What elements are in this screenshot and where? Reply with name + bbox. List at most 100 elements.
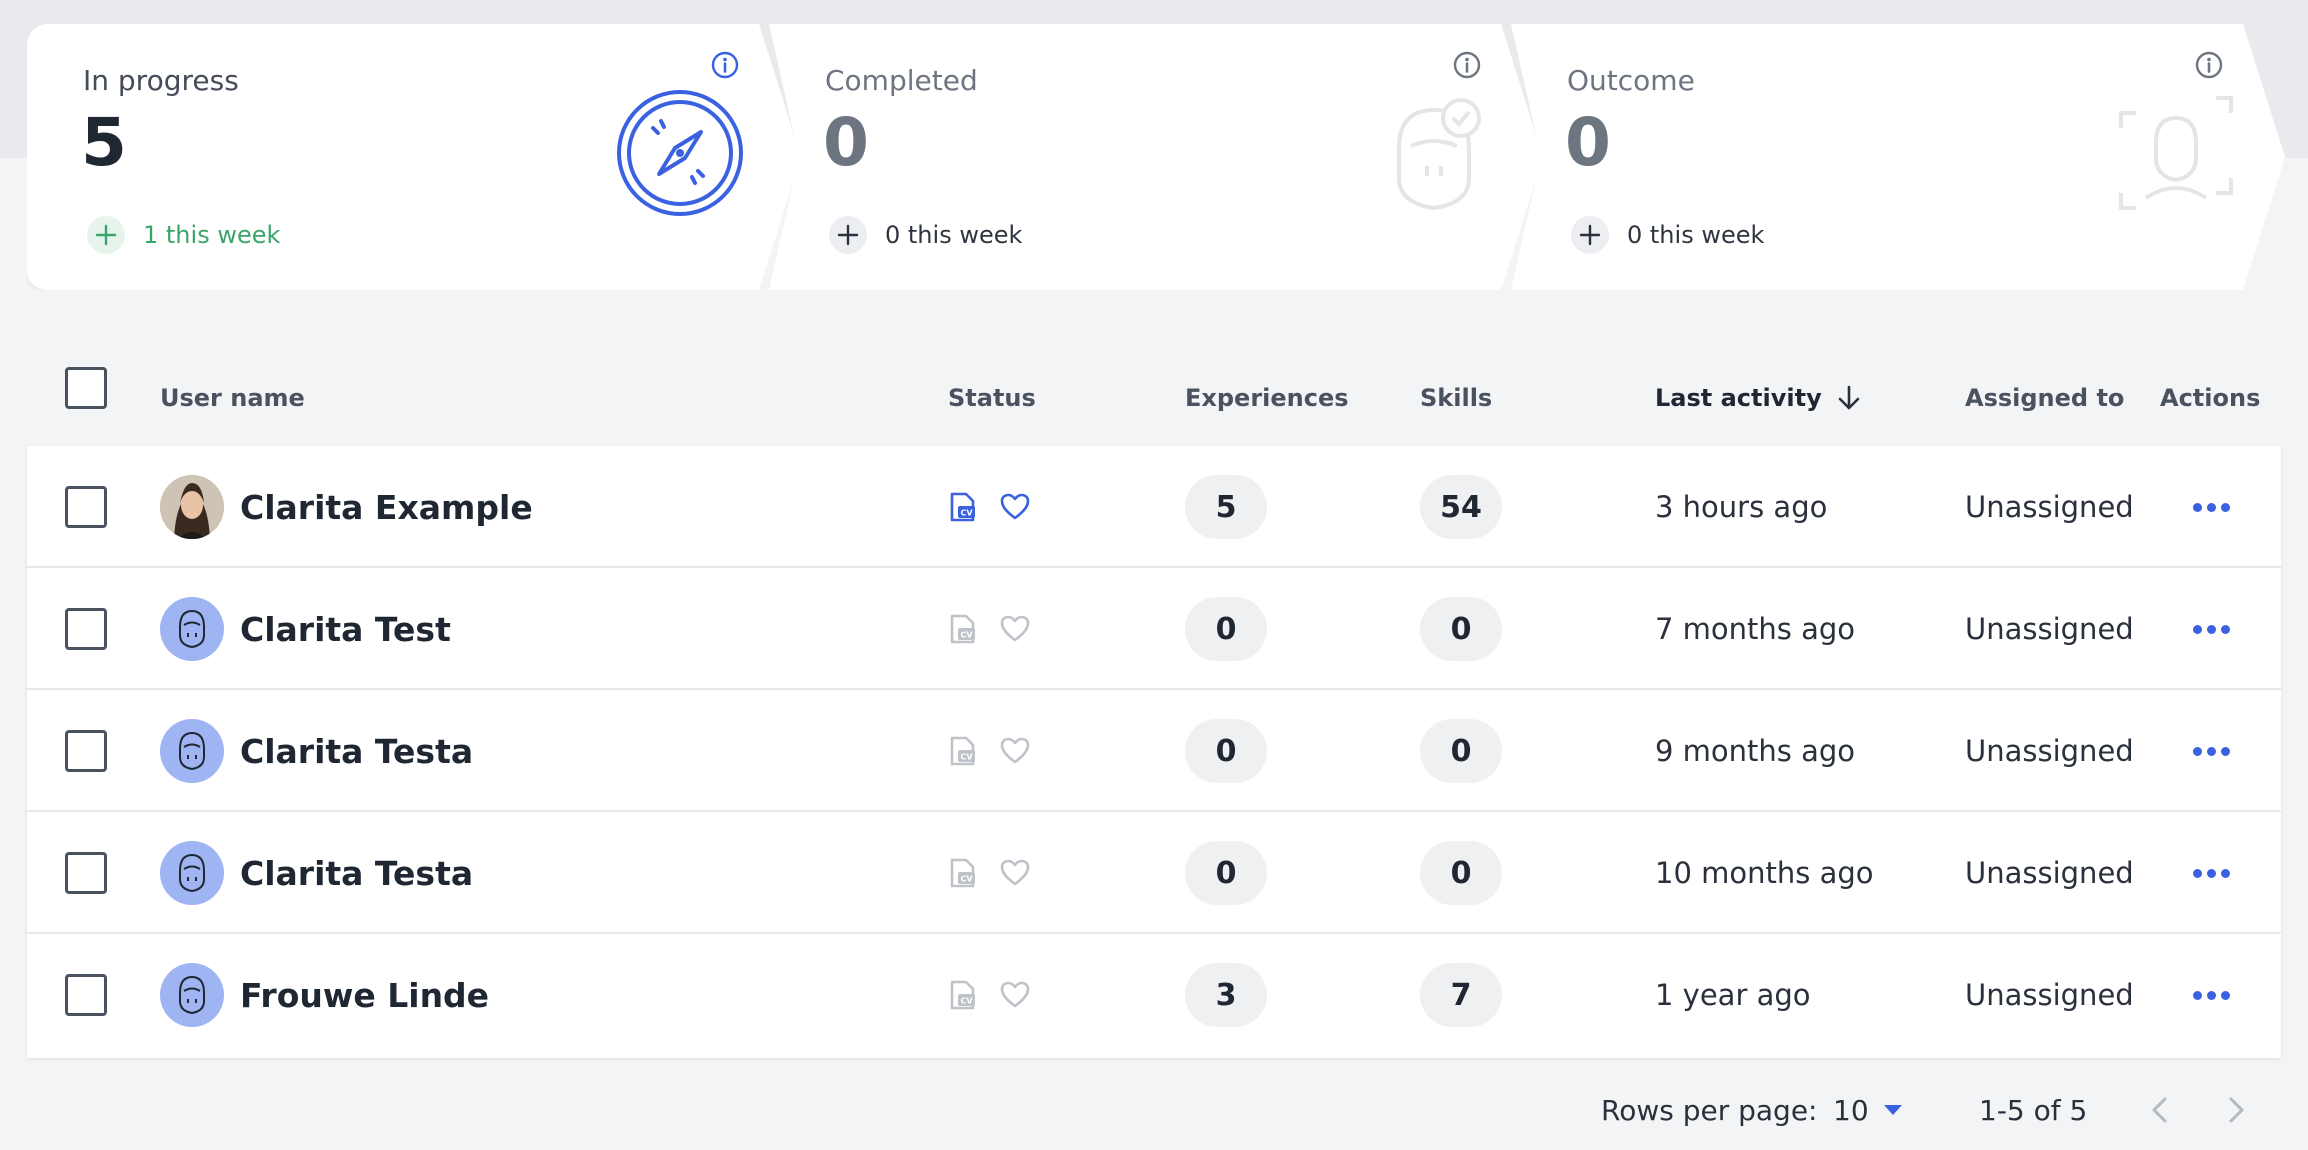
table-header: User name Status Experiences Skills Last… xyxy=(27,350,2281,446)
column-header-user-name[interactable]: User name xyxy=(160,350,305,446)
last-activity: 1 year ago xyxy=(1655,978,1811,1012)
previous-page-button[interactable] xyxy=(2150,1090,2170,1130)
info-icon[interactable] xyxy=(710,50,740,80)
column-header-actions: Actions xyxy=(2160,384,2261,412)
avatar xyxy=(160,963,224,1027)
user-name: Clarita Testa xyxy=(240,731,474,771)
last-activity: 7 months ago xyxy=(1655,612,1856,646)
stat-value: 5 xyxy=(81,104,127,181)
stat-week-text: 0 this week xyxy=(885,221,1023,249)
chevron-right-icon xyxy=(2229,1097,2244,1123)
user-name-cell[interactable]: Clarita Testa xyxy=(160,690,473,812)
rows-per-page-select[interactable]: 10 xyxy=(1833,1090,1903,1130)
column-header-last-activity[interactable]: Last activity xyxy=(1655,350,1862,446)
actions-cell xyxy=(2181,690,2241,812)
more-actions-icon[interactable] xyxy=(2181,853,2241,893)
row-checkbox[interactable] xyxy=(65,730,107,772)
assigned-to: Unassigned xyxy=(1965,978,2134,1012)
actions-cell xyxy=(2181,568,2241,690)
row-checkbox[interactable] xyxy=(65,608,107,650)
info-icon[interactable] xyxy=(2194,50,2224,80)
skills-count: 7 xyxy=(1420,963,1502,1027)
table-row[interactable]: Clarita Testa CV 0 0 9 months ago Unassi… xyxy=(27,690,2281,812)
experiences-cell: 0 xyxy=(1185,690,1267,812)
status-cell: CV xyxy=(948,812,1030,934)
person-target-icon xyxy=(2119,96,2233,210)
column-header-label: Last activity xyxy=(1655,384,1822,412)
heart-icon[interactable] xyxy=(1000,493,1030,521)
stat-label: Outcome xyxy=(1567,64,1695,97)
placeholder-face-icon xyxy=(179,609,205,649)
last-activity: 9 months ago xyxy=(1655,734,1856,768)
user-photo xyxy=(160,475,224,539)
table-row[interactable]: Clarita Test CV 0 0 7 months ago Unassig… xyxy=(27,568,2281,690)
user-name-cell[interactable]: Clarita Test xyxy=(160,568,451,690)
heart-icon[interactable] xyxy=(1000,981,1030,1009)
status-cell: CV xyxy=(948,446,1030,568)
plus-icon xyxy=(87,216,125,254)
user-name-cell[interactable]: Clarita Example xyxy=(160,446,533,568)
skills-cell: 0 xyxy=(1420,812,1502,934)
more-actions-icon[interactable] xyxy=(2181,487,2241,527)
skills-cell: 0 xyxy=(1420,568,1502,690)
skills-count: 0 xyxy=(1420,719,1502,783)
status-cell: CV xyxy=(948,934,1030,1056)
person-check-icon xyxy=(1397,98,1481,211)
actions-cell xyxy=(2181,812,2241,934)
row-checkbox[interactable] xyxy=(65,486,107,528)
more-actions-icon[interactable] xyxy=(2181,609,2241,649)
column-header-assigned-to[interactable]: Assigned to xyxy=(1965,350,2124,446)
avatar xyxy=(160,475,224,539)
rows-per-page-label: Rows per page: xyxy=(1601,1093,1818,1127)
avatar xyxy=(160,719,224,783)
column-header-status[interactable]: Status xyxy=(948,350,1036,446)
more-actions-icon[interactable] xyxy=(2181,731,2241,771)
row-checkbox[interactable] xyxy=(65,974,107,1016)
svg-text:CV: CV xyxy=(960,509,973,518)
skills-cell: 54 xyxy=(1420,446,1502,568)
skills-count: 0 xyxy=(1420,597,1502,661)
user-name-cell[interactable]: Frouwe Linde xyxy=(160,934,489,1056)
user-name: Clarita Example xyxy=(240,487,533,527)
heart-icon[interactable] xyxy=(1000,615,1030,643)
select-all-checkbox[interactable] xyxy=(65,367,107,409)
stat-card-completed: Completed 0 0 this week xyxy=(769,24,1543,290)
skills-cell: 0 xyxy=(1420,690,1502,812)
cv-icon[interactable]: CV xyxy=(948,613,978,645)
stat-value: 0 xyxy=(1565,104,1611,181)
more-actions-icon[interactable] xyxy=(2181,975,2241,1015)
stat-week-text: 0 this week xyxy=(1627,221,1765,249)
column-header-skills[interactable]: Skills xyxy=(1420,350,1492,446)
user-name-cell[interactable]: Clarita Testa xyxy=(160,812,473,934)
stat-week-change: 0 this week xyxy=(829,216,1022,254)
next-page-button[interactable] xyxy=(2226,1090,2246,1130)
last-activity: 3 hours ago xyxy=(1655,490,1828,524)
plus-icon xyxy=(829,216,867,254)
row-checkbox[interactable] xyxy=(65,852,107,894)
experiences-count: 5 xyxy=(1185,475,1267,539)
column-header-experiences[interactable]: Experiences xyxy=(1185,350,1349,446)
assigned-to: Unassigned xyxy=(1965,734,2134,768)
cv-icon[interactable]: CV xyxy=(948,979,978,1011)
cv-icon[interactable]: CV xyxy=(948,491,978,523)
table-row[interactable]: Clarita Testa CV 0 0 10 months ago Unass… xyxy=(27,812,2281,934)
skills-count: 54 xyxy=(1420,475,1502,539)
info-icon[interactable] xyxy=(1452,50,1482,80)
svg-text:CV: CV xyxy=(960,631,973,640)
assigned-to: Unassigned xyxy=(1965,490,2134,524)
heart-icon[interactable] xyxy=(1000,737,1030,765)
table-row[interactable]: Clarita Example CV 5 54 3 hours ago Unas… xyxy=(27,446,2281,568)
heart-icon[interactable] xyxy=(1000,859,1030,887)
cv-icon[interactable]: CV xyxy=(948,857,978,889)
svg-text:CV: CV xyxy=(960,875,973,884)
table-row[interactable]: Frouwe Linde CV 3 7 1 year ago Unassigne… xyxy=(27,934,2281,1056)
experiences-cell: 0 xyxy=(1185,812,1267,934)
plus-icon xyxy=(1571,216,1609,254)
avatar xyxy=(160,841,224,905)
assigned-to: Unassigned xyxy=(1965,856,2134,890)
cv-icon[interactable]: CV xyxy=(948,735,978,767)
status-cell: CV xyxy=(948,690,1030,812)
user-name: Clarita Testa xyxy=(240,853,474,893)
rows-per-page-value: 10 xyxy=(1833,1093,1869,1127)
stat-week-change: 0 this week xyxy=(1571,216,1764,254)
